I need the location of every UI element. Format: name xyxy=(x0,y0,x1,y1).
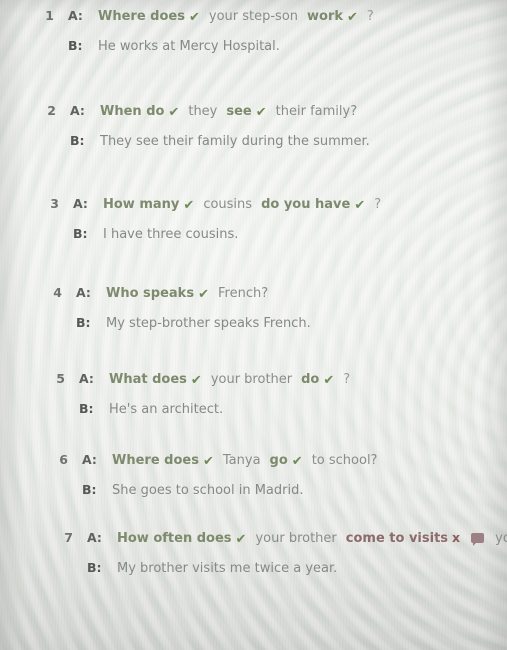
question-segment: work xyxy=(307,9,344,24)
question-segment: ? xyxy=(366,9,374,24)
speaker-label-a: A: xyxy=(68,8,83,23)
answer-line: 0B:She goes to school in Madrid. xyxy=(52,482,507,498)
check-icon: ✔ xyxy=(347,10,358,25)
question-segment: they xyxy=(188,104,218,119)
answer-line: 0B:My brother visits me twice a year. xyxy=(57,560,507,576)
check-icon: ✔ xyxy=(198,287,209,302)
check-icon: ✔ xyxy=(183,198,195,213)
question-text: How many ✔ cousins do you have ✔? xyxy=(103,197,382,213)
question-segment: Who speaks xyxy=(106,286,195,301)
check-icon: ✔ xyxy=(255,105,267,120)
question-text: How often does ✔ your brother come to visit… xyxy=(117,530,507,547)
question-segment: your step-son xyxy=(208,9,299,24)
speaker-label-a: A: xyxy=(79,371,94,386)
question-number: 1 xyxy=(45,8,54,23)
question-text: What does ✔ your brother do ✔? xyxy=(109,372,351,388)
check-icon: ✔ xyxy=(190,373,202,388)
check-icon: ✔ xyxy=(188,10,200,25)
qa-item: 5A:What does✔your brotherdo✔?0B:He's an … xyxy=(0,371,507,417)
speaker-label-a: A: xyxy=(87,530,102,545)
qa-item: 7 A: How often does ✔ your brother come to vi… xyxy=(0,530,507,576)
question-segment: go xyxy=(269,453,288,468)
question-segment: ? xyxy=(374,197,382,212)
question-segment: How many xyxy=(103,197,180,212)
question-segment: see xyxy=(226,104,252,119)
check-icon: ✔ xyxy=(323,373,335,388)
question-segment: cousins xyxy=(203,197,253,212)
speaker-label-a: A: xyxy=(70,103,85,118)
question-line: 7 A: How often does ✔ your brother come to vi… xyxy=(57,530,507,547)
question-number: 2 xyxy=(47,103,56,118)
question-segment: your brother xyxy=(255,531,337,546)
question-segment: ? xyxy=(343,372,351,387)
question-segment: to school? xyxy=(311,453,378,468)
speaker-label-b: B: xyxy=(79,401,94,416)
speaker-label-b: B: xyxy=(73,226,88,241)
question-segment: What does xyxy=(109,372,187,387)
qa-item: 3A:How many✔cousinsdo you have✔?0B:I hav… xyxy=(0,196,507,242)
question-text: Who speaks ✔ French? xyxy=(106,286,269,302)
speaker-label-b: B: xyxy=(70,133,85,148)
answer-line: 0B:I have three cousins. xyxy=(43,226,507,242)
question-line: 3 A: How many ✔ cousins do you have ✔? xyxy=(43,196,507,213)
answer-text: My brother visits me twice a year. xyxy=(117,561,338,576)
check-icon: ✔ xyxy=(168,105,180,120)
question-number: 7 xyxy=(64,530,73,545)
question-number: 6 xyxy=(59,452,68,467)
question-text: Where does ✔ your step-son work ✔? xyxy=(98,9,374,25)
question-segment: your brother xyxy=(210,372,293,387)
question-segment: When do xyxy=(100,104,165,119)
question-segment: How often does xyxy=(117,531,232,546)
question-line: 1 A: Where does ✔ your step-son work ✔? xyxy=(38,8,507,25)
answer-text: He works at Mercy Hospital. xyxy=(98,39,280,54)
question-line: 4 A: Who speaks ✔ French? xyxy=(46,285,507,302)
qa-item: 4A:Who speaks✔French?0B:My step-brother … xyxy=(0,285,507,331)
speech-bubble-icon[interactable] xyxy=(471,533,485,546)
check-icon: ✔ xyxy=(354,198,366,213)
question-line: 2 A: When do ✔ they see ✔ their family? xyxy=(40,103,507,120)
speaker-label-a: A: xyxy=(73,196,88,211)
question-number: 5 xyxy=(56,371,65,386)
question-segment: Where does xyxy=(98,9,185,24)
answer-text: He's an architect. xyxy=(109,402,224,417)
answer-text: She goes to school in Madrid. xyxy=(112,483,304,498)
question-segment: do you have xyxy=(261,197,351,212)
answer-line: 0B:They see their family during the summ… xyxy=(40,133,507,149)
check-icon: ✔ xyxy=(291,454,303,469)
speaker-label-a: A: xyxy=(76,285,91,300)
exercise-answer-list: 1A:Where does✔your step-sonwork✔?0B:He w… xyxy=(0,0,507,650)
qa-item: 2A:When do✔theysee✔their family?0B:They … xyxy=(0,103,507,149)
answer-text: They see their family during the summer. xyxy=(100,134,370,149)
speaker-label-b: B: xyxy=(82,482,97,497)
speaker-label-b: B: xyxy=(68,38,83,53)
cross-icon: x xyxy=(452,530,461,545)
question-text: Where does ✔ Tanya go ✔ to school? xyxy=(112,453,378,469)
qa-item: 6A:Where does✔Tanyago✔to school?0B:She g… xyxy=(0,452,507,498)
speaker-label-b: B: xyxy=(76,315,91,330)
question-line: 5 A: What does ✔ your brother do ✔? xyxy=(49,371,507,388)
answer-line: 0B:He's an architect. xyxy=(49,401,507,417)
question-segment: come to visits xyxy=(345,531,449,546)
question-segment: French? xyxy=(217,286,269,301)
question-segment: Where does xyxy=(112,453,199,468)
question-segment: do xyxy=(301,372,320,387)
answer-text: I have three cousins. xyxy=(103,227,239,242)
answer-line: 0B:My step-brother speaks French. xyxy=(46,315,507,331)
question-text: When do ✔ they see ✔ their family? xyxy=(100,104,358,120)
check-icon: ✔ xyxy=(235,532,247,547)
question-segment: Tanya xyxy=(222,453,261,468)
question-segment: their family? xyxy=(275,104,358,119)
question-number: 3 xyxy=(50,196,59,211)
question-number: 4 xyxy=(53,285,62,300)
answer-line: 0B:He works at Mercy Hospital. xyxy=(38,38,507,54)
question-line: 6 A: Where does ✔ Tanya go ✔ to school? xyxy=(52,452,507,469)
check-icon: ✔ xyxy=(202,454,214,469)
question-segment: you? xyxy=(495,531,507,546)
qa-item: 1A:Where does✔your step-sonwork✔?0B:He w… xyxy=(0,8,507,54)
answer-text: My step-brother speaks French. xyxy=(106,316,311,331)
speaker-label-a: A: xyxy=(82,452,97,467)
speaker-label-b: B: xyxy=(87,560,102,575)
